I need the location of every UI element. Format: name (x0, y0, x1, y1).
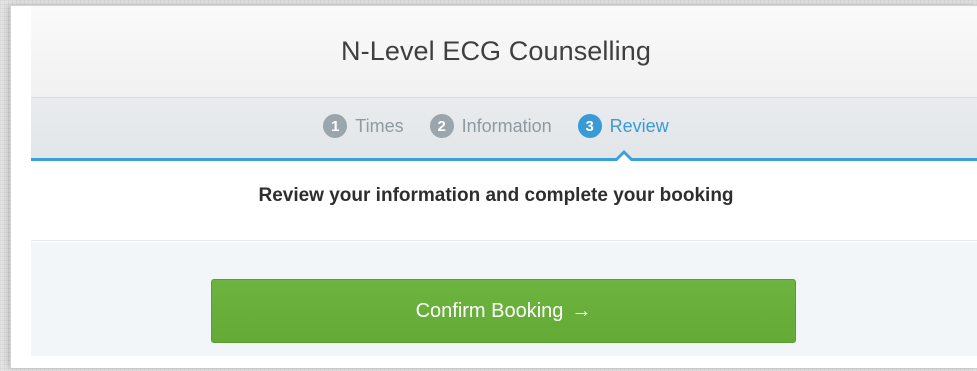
arrow-right-icon: → (571, 299, 592, 322)
active-step-pointer-icon (613, 150, 635, 162)
booking-header: N-Level ECG Counselling (31, 6, 977, 97)
page-title: N-Level ECG Counselling (341, 36, 651, 66)
panel-bottom-edge (11, 356, 977, 368)
confirm-booking-label: Confirm Booking (415, 299, 564, 322)
step-times[interactable]: 1 Times (323, 114, 404, 138)
step-number-badge: 3 (577, 114, 602, 138)
review-heading: Review your information and complete you… (258, 184, 734, 206)
step-number-badge: 2 (429, 114, 454, 138)
booking-footer: Confirm Booking → (31, 242, 977, 356)
step-label: Information (461, 115, 552, 136)
review-section: Review your information and complete you… (31, 161, 977, 241)
booking-panel: N-Level ECG Counselling 1 Times 2 Inform… (10, 5, 977, 368)
booking-steps: 1 Times 2 Information 3 Review (31, 97, 977, 162)
step-label: Times (355, 115, 404, 136)
step-information[interactable]: 2 Information (429, 114, 552, 138)
step-label: Review (609, 115, 669, 136)
step-number-badge: 1 (323, 114, 348, 138)
step-review[interactable]: 3 Review (577, 114, 669, 138)
confirm-booking-button[interactable]: Confirm Booking → (211, 279, 796, 343)
